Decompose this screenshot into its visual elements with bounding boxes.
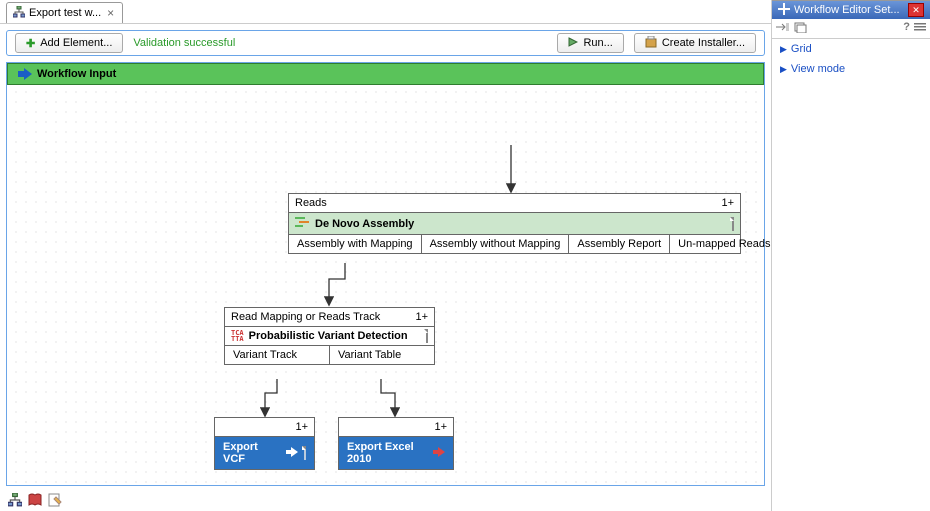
assembly-input-row: Reads 1+	[289, 194, 740, 213]
settings-icon	[778, 3, 790, 18]
tab-close-button[interactable]: ×	[105, 6, 116, 20]
export-vcf-count: 1+	[295, 421, 308, 433]
variant-output[interactable]: Variant Track	[225, 346, 330, 364]
assembly-input-label: Reads	[295, 197, 327, 209]
side-panel-close-button[interactable]: ✕	[908, 3, 924, 17]
export-excel-label: Export Excel 2010	[347, 441, 427, 465]
variant-title-row: TCATTA Probabilistic Variant Detection	[225, 327, 434, 346]
variant-icon: TCATTA	[231, 330, 244, 342]
side-link-view-mode[interactable]: ▶ View mode	[772, 59, 930, 79]
assembly-output[interactable]: Un-mapped Reads	[670, 235, 778, 253]
side-panel: Workflow Editor Set... ✕ ? ▶ Grid ▶ View…	[772, 0, 930, 511]
workflow-input-label: Workflow Input	[37, 68, 116, 80]
assembly-icon	[295, 216, 309, 231]
export-excel-count: 1+	[434, 421, 447, 433]
export-vcf-label: Export VCF	[223, 441, 280, 465]
variant-detection-node[interactable]: Read Mapping or Reads Track 1+ TCATTA Pr…	[224, 307, 435, 365]
variant-title: Probabilistic Variant Detection	[249, 330, 408, 342]
tab-bar: Export test w... ×	[0, 0, 771, 24]
workflow-input-node[interactable]: Workflow Input	[7, 63, 764, 85]
create-installer-label: Create Installer...	[662, 37, 745, 49]
workflow-view-icon[interactable]	[8, 493, 22, 507]
editor-tab[interactable]: Export test w... ×	[6, 2, 123, 23]
book-icon[interactable]	[28, 493, 42, 507]
workflow-icon	[13, 6, 25, 21]
menu-icon[interactable]	[914, 21, 926, 36]
doc-icon	[426, 330, 428, 342]
validation-message: Validation successful	[133, 37, 235, 49]
help-icon[interactable]: ?	[903, 21, 910, 36]
de-novo-assembly-node[interactable]: Reads 1+ De Novo Assembly Assembly with …	[288, 193, 741, 254]
assembly-output[interactable]: Assembly without Mapping	[422, 235, 570, 253]
export-excel-node[interactable]: 1+ Export Excel 2010	[338, 417, 454, 470]
assembly-input-count: 1+	[703, 197, 734, 209]
variant-input-row: Read Mapping or Reads Track 1+	[225, 308, 434, 327]
tool-icon[interactable]	[794, 21, 808, 36]
run-button[interactable]: Run...	[557, 33, 623, 53]
tab-label: Export test w...	[29, 7, 101, 19]
add-element-button[interactable]: ✚ Add Element...	[15, 33, 123, 53]
expand-icon: ▶	[780, 64, 787, 75]
side-link-label: View mode	[791, 63, 845, 75]
doc-icon	[304, 447, 306, 459]
export-vcf-node[interactable]: 1+ Export VCF	[214, 417, 315, 470]
expand-icon: ▶	[780, 44, 787, 55]
doc-icon	[732, 218, 734, 230]
side-link-grid[interactable]: ▶ Grid	[772, 39, 930, 59]
output-arrow-icon	[433, 447, 445, 460]
side-panel-header: Workflow Editor Set... ✕	[772, 1, 930, 19]
assembly-output[interactable]: Assembly Report	[569, 235, 670, 253]
plus-icon: ✚	[26, 37, 35, 50]
bottom-icon-bar	[8, 493, 62, 507]
side-panel-title: Workflow Editor Set...	[794, 4, 900, 16]
assembly-title: De Novo Assembly	[315, 218, 414, 230]
side-panel-tools: ?	[772, 19, 930, 39]
side-link-label: Grid	[791, 43, 812, 55]
assembly-output[interactable]: Assembly with Mapping	[289, 235, 422, 253]
create-installer-button[interactable]: Create Installer...	[634, 33, 756, 53]
assembly-title-row: De Novo Assembly	[289, 213, 740, 235]
variant-output[interactable]: Variant Table	[330, 346, 434, 364]
edit-icon[interactable]	[48, 493, 62, 507]
main-area: Export test w... × ✚ Add Element... Vali…	[0, 0, 772, 511]
variant-outputs-row: Variant Track Variant Table	[225, 346, 434, 364]
play-icon	[568, 37, 578, 50]
installer-icon	[645, 36, 657, 51]
add-element-label: Add Element...	[40, 37, 112, 49]
workflow-canvas[interactable]: Workflow Input Reads 1+ De Novo Assembly…	[6, 62, 765, 486]
tool-icon[interactable]	[776, 21, 790, 36]
assembly-outputs-row: Assembly with Mapping Assembly without M…	[289, 235, 740, 253]
run-label: Run...	[583, 37, 612, 49]
variant-input-count: 1+	[397, 311, 428, 323]
toolbar: ✚ Add Element... Validation successful R…	[6, 30, 765, 56]
variant-input-label: Read Mapping or Reads Track	[231, 311, 380, 323]
input-arrow-icon	[18, 68, 32, 80]
output-arrow-icon	[286, 447, 298, 460]
